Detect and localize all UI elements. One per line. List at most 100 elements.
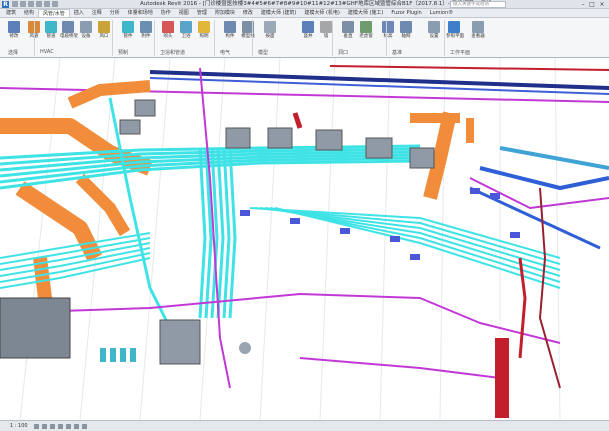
visual-style-icon[interactable] [42, 424, 47, 429]
ribbon-button-21[interactable]: 参照平面 [446, 21, 464, 47]
pipe-cyan [198, 147, 207, 319]
equipment-box [134, 99, 156, 117]
revit-app-icon[interactable]: R [2, 1, 9, 8]
ribbon-button-3[interactable]: 电缆桥架 [60, 21, 78, 47]
temporary-hide-icon[interactable] [82, 424, 87, 429]
tab-3[interactable]: 插入 [70, 9, 88, 17]
view-controls [34, 424, 87, 429]
ribbon-tool-icon [198, 21, 210, 33]
print-icon[interactable] [44, 1, 50, 7]
ribbon-panel-label[interactable]: 卫浴和管道 [160, 49, 185, 56]
ribbon-button-12[interactable]: 模型线 [240, 21, 256, 47]
tab-5[interactable]: 分析 [106, 9, 124, 17]
maximize-button[interactable]: □ [588, 1, 596, 8]
tab-7[interactable]: 协作 [157, 9, 175, 17]
tab-0[interactable]: 建筑 [2, 9, 20, 17]
ribbon-panel-label[interactable]: 基准 [392, 49, 402, 56]
tab-9[interactable]: 管理 [193, 9, 211, 17]
ribbon-button-18[interactable]: 标高 [380, 21, 396, 47]
ribbon-button-9[interactable]: 卫浴 [178, 21, 194, 47]
ribbon-button-22[interactable]: 查看器 [470, 21, 486, 47]
ribbon-button-16[interactable]: 垂直 [340, 21, 356, 47]
ribbon-panel-label[interactable]: 工作平面 [450, 49, 470, 56]
pump-housing [239, 342, 251, 354]
ribbon-panel-label[interactable]: 选择 [8, 49, 18, 56]
ribbon-tool-icon [428, 21, 440, 33]
equipment-box [267, 127, 293, 149]
close-button[interactable]: × [598, 1, 606, 8]
ribbon-tool-icon [122, 21, 134, 33]
crop-view-icon[interactable] [74, 424, 79, 429]
tank [0, 297, 71, 359]
ribbon-tool-icon [162, 21, 174, 33]
pipe-cyan [0, 232, 151, 259]
tab-8[interactable]: 视图 [175, 9, 193, 17]
tab-11[interactable]: 修改 [239, 9, 257, 17]
render-icon[interactable] [66, 424, 71, 429]
ribbon-button-label: 构件 [225, 34, 235, 39]
ribbon-button-19[interactable]: 轴网 [398, 21, 414, 47]
tab-10[interactable]: 附加模块 [211, 9, 239, 17]
tab-12[interactable]: 建模大师 (建筑) [257, 9, 301, 17]
tab-2[interactable]: 风管/水管 [38, 9, 70, 17]
ribbon-button-4[interactable]: 设备 [78, 21, 94, 47]
ribbon-panel-label[interactable]: 模型 [258, 49, 268, 56]
redo-icon[interactable] [36, 1, 42, 7]
ribbon-button-13[interactable]: 按面 [262, 21, 278, 47]
ribbon-button-10[interactable]: 照明 [196, 21, 212, 47]
tab-14[interactable]: 建模大师 (施工) [344, 9, 388, 17]
ribbon-button-label: 设置 [429, 34, 439, 39]
search-input[interactable]: 键入关键字或短语 [450, 1, 506, 8]
measure-icon[interactable] [52, 1, 58, 7]
ribbon-button-label: 竖井 [303, 34, 313, 39]
tab-15[interactable]: Fuzor Plugin [387, 9, 425, 17]
ribbon-tool-icon [80, 21, 92, 33]
ribbon-button-2[interactable]: 管道 [43, 21, 59, 47]
ribbon-button-5[interactable]: 风口 [96, 21, 112, 47]
ribbon-tool-icon [472, 21, 484, 33]
minimize-button[interactable]: – [579, 1, 587, 8]
pipe-magenta [0, 293, 561, 344]
tab-16[interactable]: Lumion® [426, 9, 457, 17]
shadows-icon[interactable] [58, 424, 63, 429]
ribbon-tool-icon [180, 21, 192, 33]
pipe-cyan [274, 207, 561, 289]
ribbon-panel-separator [214, 20, 215, 56]
ribbon-button-17[interactable]: 老虎窗 [358, 21, 374, 47]
mep-model-view[interactable] [0, 58, 609, 420]
ribbon-panel-label[interactable]: 电气 [220, 49, 230, 56]
3d-view-canvas[interactable] [0, 58, 609, 420]
ribbon-panel-label[interactable]: HVAC [40, 49, 54, 55]
ribbon-button-11[interactable]: 构件 [222, 21, 238, 47]
ribbon-button-8[interactable]: 喷头 [160, 21, 176, 47]
tab-6[interactable]: 体量和场地 [124, 9, 157, 17]
ribbon-button-6[interactable]: 管件 [120, 21, 136, 47]
ribbon-button-7[interactable]: 附件 [138, 21, 154, 47]
pump [110, 348, 116, 362]
pipe-fitting [340, 228, 350, 234]
open-icon[interactable] [12, 1, 18, 7]
equipment-box [409, 147, 435, 169]
tab-13[interactable]: 建模大师 (机电) [300, 9, 344, 17]
ribbon-panel-label[interactable]: 预制 [118, 49, 128, 56]
ribbon-button-label: 按面 [265, 34, 275, 39]
pipe-red [329, 65, 609, 71]
ribbon-button-label: 标高 [383, 34, 393, 39]
pipe-fitting [470, 188, 480, 194]
ribbon-button-14[interactable]: 竖井 [300, 21, 316, 47]
undo-icon[interactable] [28, 1, 34, 7]
ribbon-panel-separator [34, 20, 35, 56]
tab-4[interactable]: 注释 [88, 9, 106, 17]
sun-path-icon[interactable] [50, 424, 55, 429]
pipe-blue [469, 186, 601, 250]
ribbon-button-0[interactable]: 修改 [6, 21, 22, 47]
tab-1[interactable]: 结构 [20, 9, 38, 17]
ribbon-button-20[interactable]: 设置 [426, 21, 442, 47]
equipment-box [159, 319, 201, 365]
save-icon[interactable] [20, 1, 26, 7]
ribbon-panel-label[interactable]: 洞口 [338, 49, 348, 56]
view-scale[interactable]: 1 : 100 [10, 423, 28, 429]
ribbon-tool-icon [400, 21, 412, 33]
equipment-box [315, 129, 343, 151]
detail-level-icon[interactable] [34, 424, 39, 429]
